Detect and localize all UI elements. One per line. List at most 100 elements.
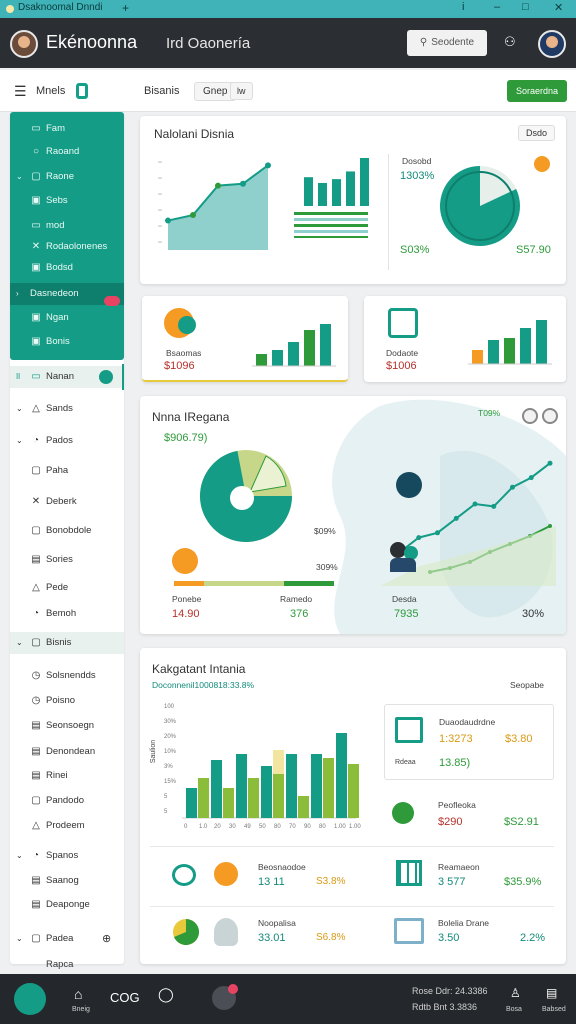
pie-hole — [230, 486, 254, 510]
view-chip[interactable]: lw — [230, 82, 253, 100]
avatar[interactable] — [10, 30, 38, 58]
sidebar-item[interactable]: ⌄ ▢ Padea ⊕ — [10, 928, 124, 950]
doc-icon: ▢ — [31, 795, 41, 806]
hamburger-icon[interactable]: ☰ — [14, 83, 27, 100]
sidebar-item-label: Pandodo — [46, 795, 85, 806]
sidebar-item[interactable]: ▣ Bodsd — [10, 257, 124, 279]
sidebar-item[interactable]: ◷ Poisno — [10, 690, 124, 712]
doc-icon[interactable]: ▤ — [546, 986, 557, 1000]
menu-toggle-icon[interactable] — [76, 83, 88, 99]
chevron-icon[interactable]: › — [16, 283, 19, 305]
sidebar-item[interactable]: ▢ Pandodo — [10, 790, 124, 812]
sidebar-item[interactable]: ▤ Deaponge — [10, 894, 124, 916]
sidebar-item[interactable]: ▢ Bonobdole — [10, 520, 124, 542]
maximize-button[interactable]: □ — [522, 1, 529, 13]
notification-icon[interactable] — [212, 984, 238, 1010]
row-value: $290 — [438, 816, 463, 828]
sidebar-item[interactable]: ▤ Seonsoegn — [10, 715, 124, 737]
kpi-label: Dodaote — [386, 348, 419, 358]
sidebar-item[interactable]: ◔ Bemoh — [10, 603, 124, 625]
chevron-icon[interactable]: ⌄ — [16, 166, 23, 188]
x-tick-label: 49 — [244, 824, 251, 830]
sidebar-item[interactable]: ▤ Denondean — [10, 741, 124, 763]
bottom-text[interactable]: COG — [110, 990, 140, 1005]
people-icon[interactable]: ⚇ — [504, 34, 516, 50]
trend-value: 30% — [522, 608, 545, 620]
sidebar-item[interactable]: ✕ Deberk — [10, 491, 124, 513]
status-text: Rose Ddr: 24.3386 — [412, 986, 488, 996]
info-icon[interactable]: i — [462, 1, 464, 13]
card-options-button[interactable]: Dsdo — [518, 125, 556, 141]
sidebar-item[interactable]: ▭ Fam — [10, 118, 124, 140]
sidebar-item[interactable]: Rapca — [10, 954, 124, 976]
app-logo-icon[interactable] — [14, 983, 46, 1015]
menu-label[interactable]: Mnels — [36, 85, 65, 97]
row-value: S3.8% — [316, 876, 346, 887]
sidebar-item[interactable]: ▤ Sories — [10, 549, 124, 571]
kpi-bar-chart — [252, 324, 336, 367]
primary-action-button[interactable]: Soraerdna — [507, 80, 567, 102]
chat-icon[interactable] — [396, 472, 422, 498]
kpi-value: $1006 — [386, 360, 417, 372]
sidebar-item[interactable]: ▤ Saanog — [10, 870, 124, 892]
sidebar-item[interactable]: ✕ Rodaolonenes — [10, 236, 124, 258]
x-tick-label: 1.0 — [199, 824, 208, 830]
bar — [236, 754, 247, 818]
doc-icon: ▢ — [31, 465, 41, 476]
sidebar-item[interactable]: ⌄ ▢ Raone — [10, 166, 124, 188]
sidebar-item-label: Raoand — [46, 146, 80, 157]
sidebar-item[interactable]: ▣ Ngan — [10, 307, 124, 329]
add-icon[interactable]: ⊕ — [102, 928, 111, 950]
donut-bottom-left: S03% — [400, 244, 430, 256]
chevron-icon[interactable]: ⌄ — [16, 398, 23, 420]
minimize-button[interactable]: – — [494, 1, 500, 13]
row-title: Beosnaodoe — [258, 862, 306, 872]
sidebar-item[interactable]: ○ Raoand — [10, 141, 124, 163]
divider — [150, 846, 554, 847]
user-avatar[interactable] — [538, 30, 566, 58]
user-icon[interactable]: ♙ — [510, 986, 521, 1000]
card-subtitle: $906.79) — [164, 432, 208, 444]
card-link[interactable]: Seopabe — [510, 680, 544, 690]
sidebar-item-label: mod — [46, 220, 65, 231]
sidebar-item-label: Sands — [46, 403, 73, 414]
sidebar-item[interactable]: ▢ Paha — [10, 460, 124, 482]
sidebar-item[interactable]: ▣ Sebs — [10, 190, 124, 212]
bar-chart — [294, 158, 369, 238]
pie-pct-label: $09% — [314, 526, 336, 536]
pie-icon — [173, 919, 199, 945]
sidebar-item[interactable]: ⌄ △ Sands — [10, 398, 124, 420]
cloud-icon: △ — [32, 403, 40, 414]
settings-icon[interactable] — [542, 408, 558, 424]
new-tab-button[interactable]: + — [122, 1, 129, 15]
sidebar-item[interactable]: ▭ mod — [10, 215, 124, 237]
sidebar-item[interactable]: ⌄ ▢ Bisnis — [10, 632, 124, 654]
chevron-icon[interactable]: ⌄ — [16, 632, 23, 654]
sidebar-item[interactable]: ▤ Rinei — [10, 765, 124, 787]
bar — [318, 182, 327, 206]
home-icon[interactable]: ⌂ — [74, 986, 82, 1002]
chevron-icon[interactable]: ⌄ — [16, 430, 23, 452]
leaf-icon — [392, 802, 414, 824]
header-button[interactable]: ⚲ Seodente — [407, 30, 487, 56]
x-tick-label: 80 — [274, 824, 281, 830]
sidebar-item-label: Bonis — [46, 336, 70, 347]
person-icon — [172, 548, 198, 574]
row-value: S6.8% — [316, 932, 346, 943]
notification-badge — [104, 296, 120, 306]
sidebar-item[interactable]: ◷ Solsnendds — [10, 665, 124, 687]
alert-icon[interactable] — [534, 156, 550, 172]
sidebar-item[interactable]: ▣ Bonis — [10, 331, 124, 353]
toggle-icon[interactable] — [522, 408, 538, 424]
sidebar-item[interactable]: △ Prodeem — [10, 815, 124, 837]
grid-icon — [396, 860, 422, 886]
sidebar-item[interactable]: △ Pede — [10, 577, 124, 599]
history-icon[interactable]: ◯ — [158, 986, 174, 1003]
chevron-icon[interactable]: ⌄ — [16, 845, 23, 867]
sidebar-item[interactable]: ⌄ ◔ Pados — [10, 430, 124, 452]
bar — [348, 764, 359, 818]
sidebar-item[interactable]: ⌄ ◔ Spanos — [10, 845, 124, 867]
chevron-icon[interactable]: ⌄ — [16, 928, 23, 950]
close-button[interactable]: ✕ — [554, 1, 563, 14]
kpi-value: $1096 — [164, 360, 195, 372]
